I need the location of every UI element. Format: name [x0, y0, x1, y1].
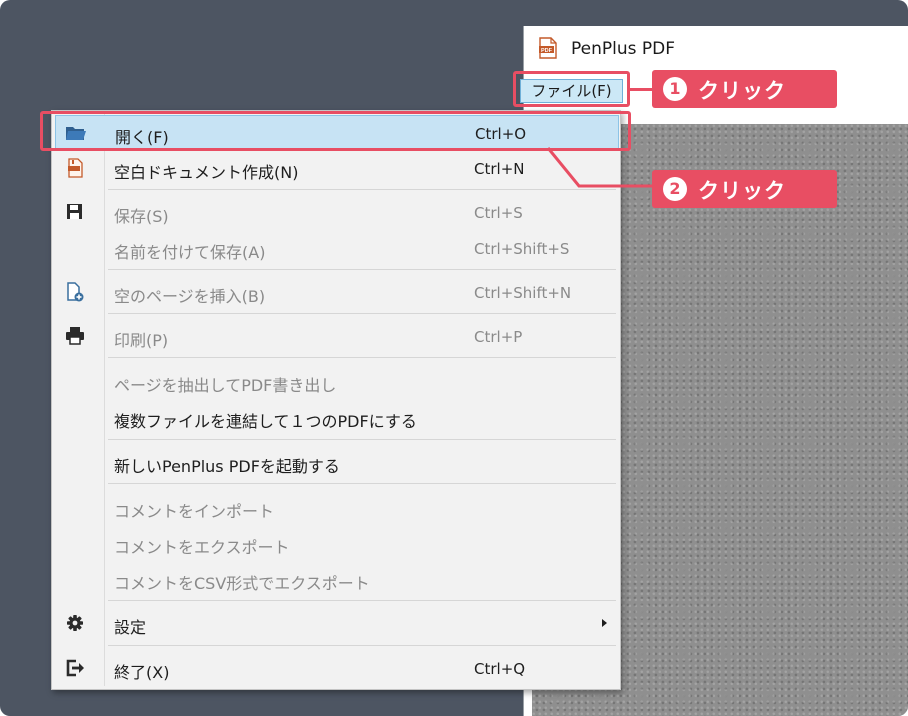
menu-item-print[interactable]: 印刷(P) Ctrl+P [55, 319, 619, 355]
menu-item-shortcut: Ctrl+P [474, 328, 523, 346]
step1-highlight-box [513, 71, 630, 107]
menu-separator [108, 645, 616, 646]
menu-item-merge-files[interactable]: 複数ファイルを連結して１つのPDFにする [55, 400, 619, 436]
file-dropdown-menu: 開く(F) Ctrl+O 空白ドキュメント作成(N) Ctrl+N 保存(S) … [51, 110, 621, 690]
menu-item-label: 空のページを挿入(B) [114, 287, 266, 306]
menu-item-label: 終了(X) [114, 663, 170, 682]
step2-number: 2 [663, 177, 687, 201]
screenshot-frame: PDF PenPlus PDF ファイル(F) 開く(F) Ctrl+O 空白ド… [0, 0, 908, 716]
menu-item-shortcut: Ctrl+Q [474, 660, 526, 678]
menu-separator [108, 313, 616, 314]
menu-separator [108, 483, 616, 484]
exit-icon [66, 659, 84, 677]
step1-callout: 1 クリック [652, 70, 837, 108]
menu-item-extract-pages[interactable]: ページを抽出してPDF書き出し [55, 364, 619, 400]
menu-item-launch-new-instance[interactable]: 新しいPenPlus PDFを起動する [55, 445, 619, 481]
menu-item-exit[interactable]: 終了(X) Ctrl+Q [55, 651, 619, 687]
floppy-disk-icon [67, 204, 82, 219]
menu-item-export-comments-csv[interactable]: コメントをCSV形式でエクスポート [55, 562, 619, 598]
menu-item-label: コメントをCSV形式でエクスポート [114, 574, 370, 593]
step2-connector-line [546, 147, 653, 188]
menu-item-new-blank-document[interactable]: 空白ドキュメント作成(N) Ctrl+N [55, 151, 619, 187]
step1-text: クリック [698, 79, 786, 103]
gear-icon [67, 615, 83, 631]
menu-item-label: 設定 [114, 618, 147, 637]
menu-separator [108, 269, 616, 270]
menu-item-label: 空白ドキュメント作成(N) [114, 163, 299, 182]
menu-item-save[interactable]: 保存(S) Ctrl+S [55, 195, 619, 231]
app-title: PenPlus PDF [571, 39, 676, 59]
menu-item-label: 印刷(P) [114, 331, 169, 350]
menu-item-label: 新しいPenPlus PDFを起動する [114, 457, 340, 476]
menu-item-label: 保存(S) [114, 207, 169, 226]
menu-separator [108, 189, 616, 190]
menu-item-insert-blank-page[interactable]: 空のページを挿入(B) Ctrl+Shift+N [55, 275, 619, 311]
step2-callout: 2 クリック [652, 170, 837, 208]
menu-item-label: コメントをインポート [114, 502, 275, 521]
menu-item-shortcut: Ctrl+S [474, 204, 523, 222]
step2-highlight-box [40, 111, 631, 151]
menu-separator [108, 357, 616, 358]
menu-item-import-comments[interactable]: コメントをインポート [55, 490, 619, 526]
step1-connector-line [630, 88, 652, 91]
step2-text: クリック [698, 179, 786, 203]
menu-separator [108, 600, 616, 601]
menu-item-label: 複数ファイルを連結して１つのPDFにする [114, 412, 417, 431]
svg-text:PDF: PDF [541, 48, 553, 54]
menu-item-label: 名前を付けて保存(A) [114, 243, 266, 262]
new-pdf-icon [68, 158, 83, 178]
menu-item-shortcut: Ctrl+Shift+N [474, 284, 572, 302]
submenu-arrow-icon [602, 619, 607, 627]
menu-item-label: コメントをエクスポート [114, 538, 290, 557]
title-bar: PDF PenPlus PDF [524, 26, 908, 72]
menu-separator [108, 439, 616, 440]
menu-item-export-comments[interactable]: コメントをエクスポート [55, 526, 619, 562]
printer-icon [66, 327, 84, 345]
add-page-icon [67, 282, 84, 302]
menu-item-label: ページを抽出してPDF書き出し [114, 376, 337, 395]
step1-number: 1 [663, 77, 687, 101]
menu-item-settings[interactable]: 設定 [55, 606, 619, 642]
menu-item-shortcut: Ctrl+N [474, 160, 525, 178]
menu-item-shortcut: Ctrl+Shift+S [474, 240, 570, 258]
menu-item-save-as[interactable]: 名前を付けて保存(A) Ctrl+Shift+S [55, 231, 619, 267]
pdf-app-icon: PDF [539, 37, 557, 59]
